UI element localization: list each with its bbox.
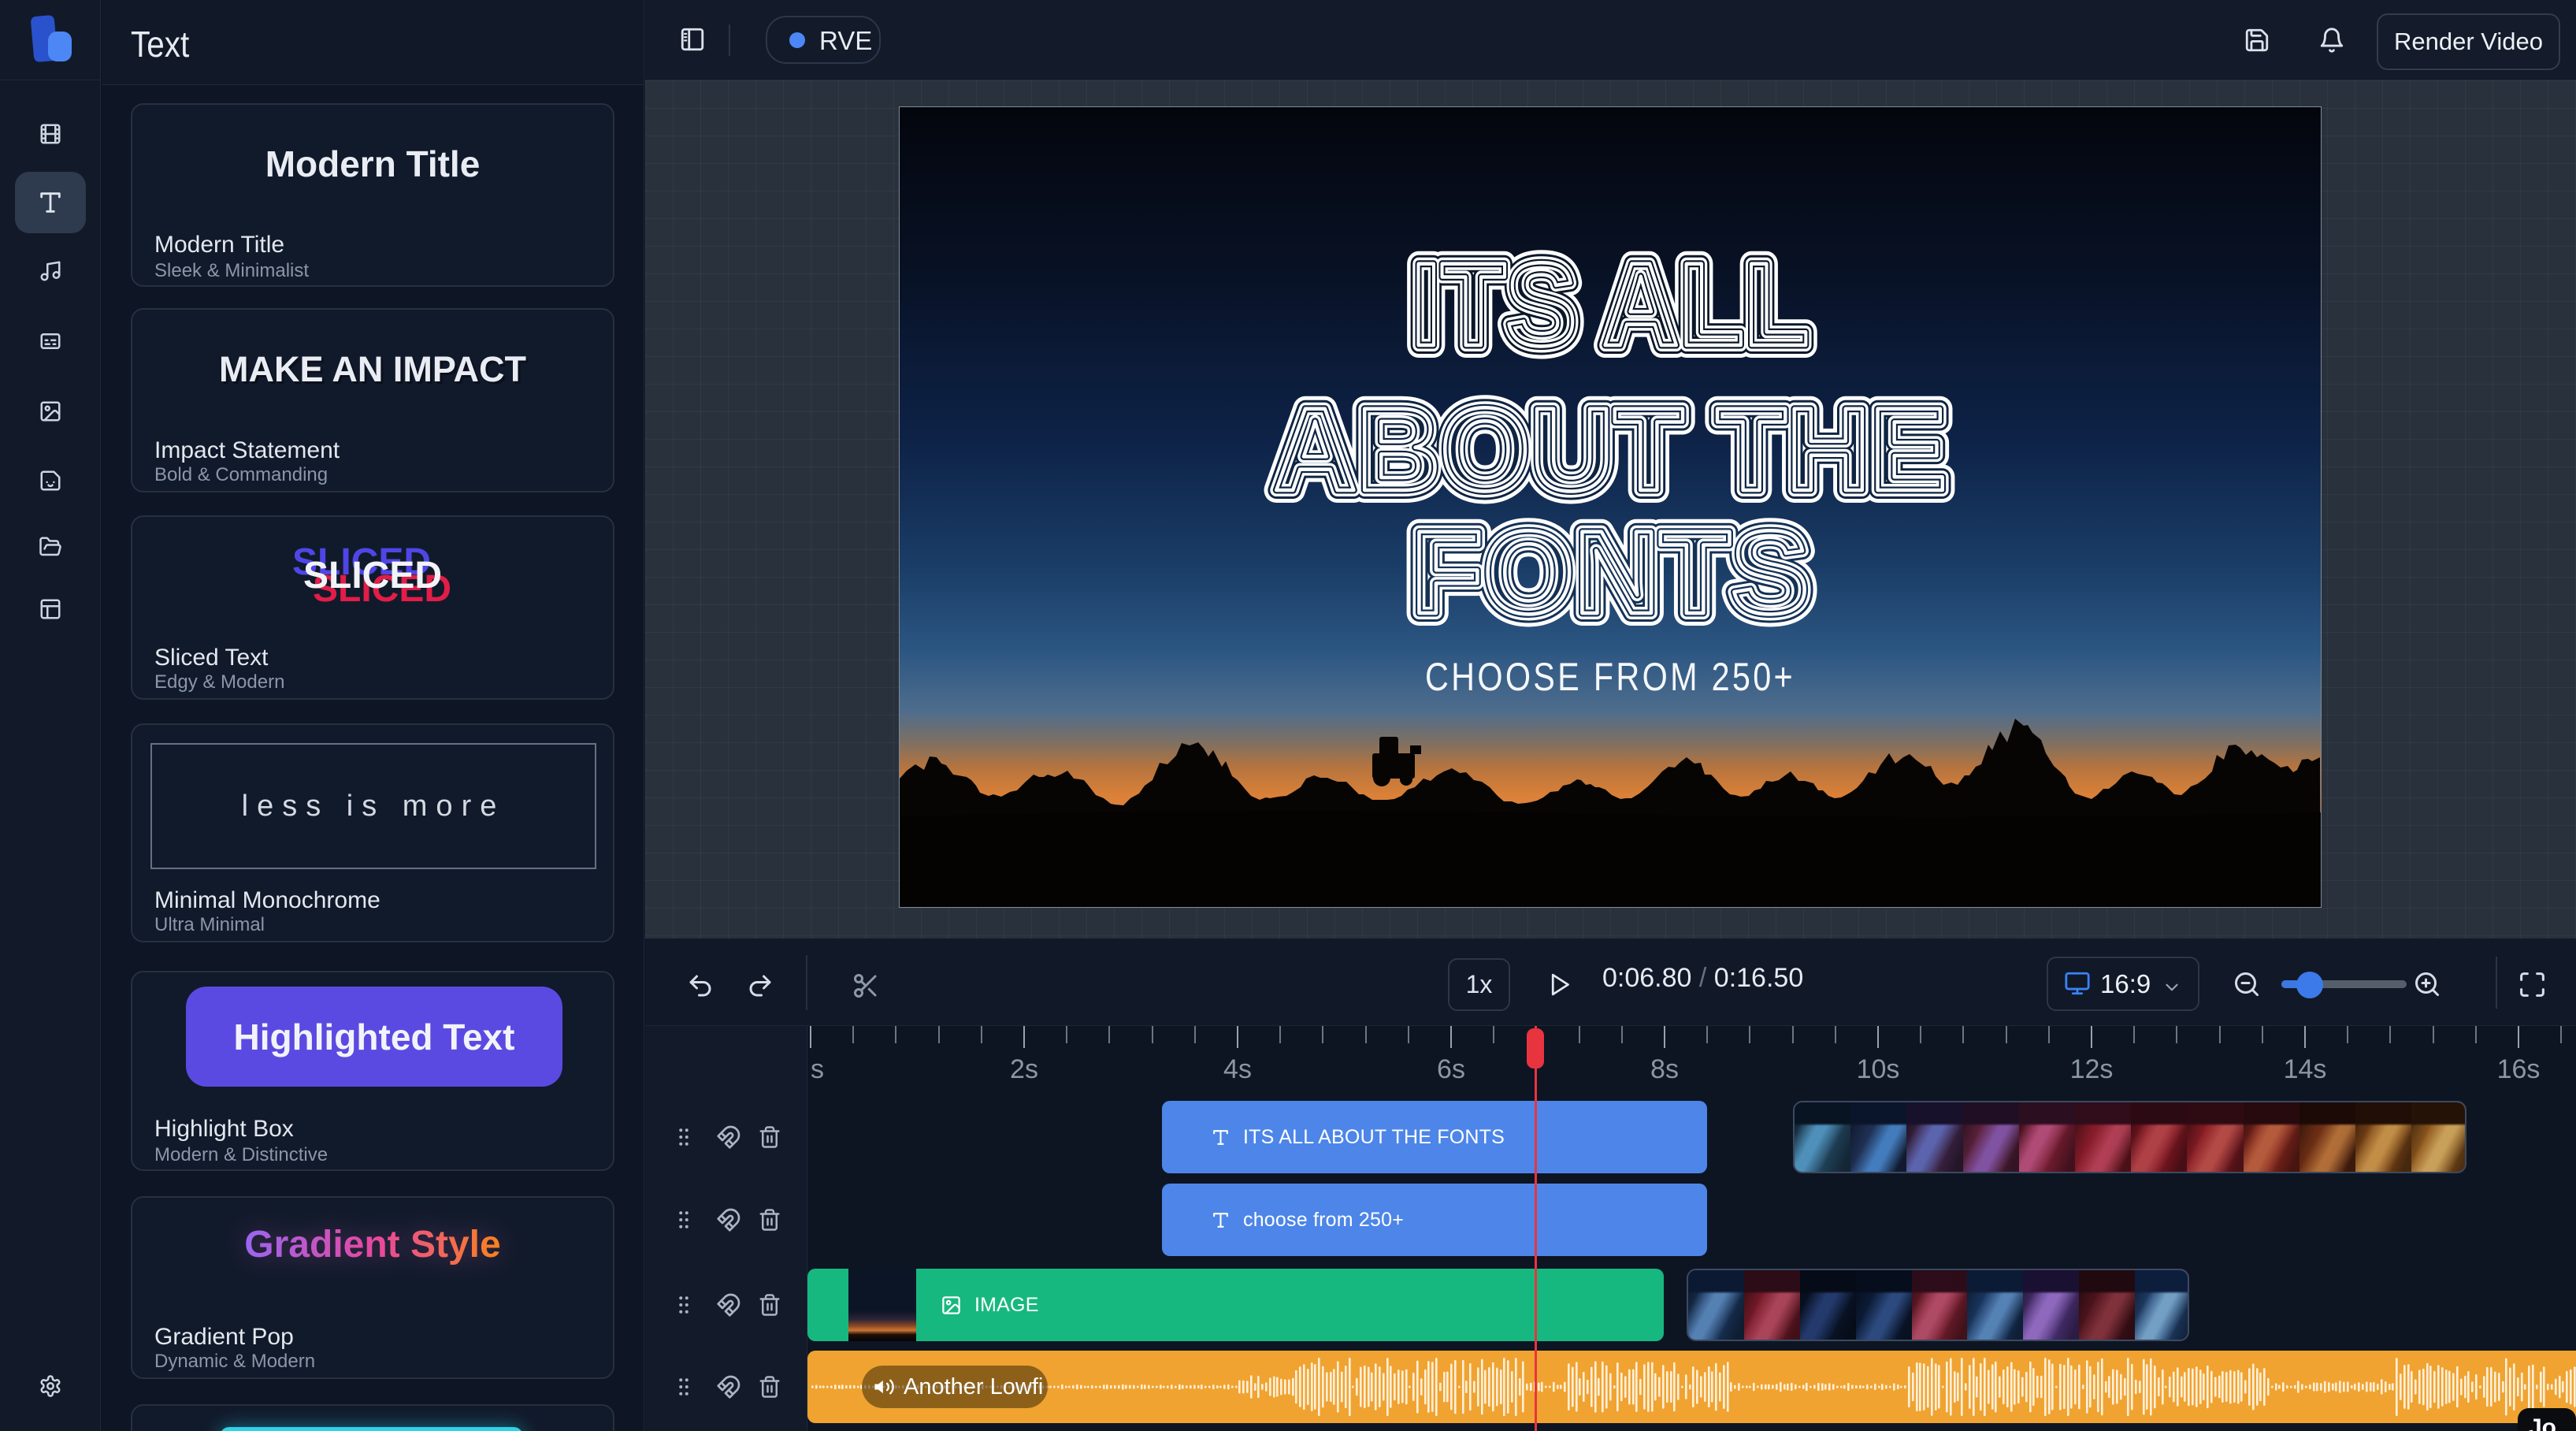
svg-text:ITS ALL: ITS ALL — [1412, 238, 1810, 370]
svg-text:ABOUT THE: ABOUT THE — [1274, 383, 1947, 515]
svg-text:FONTS: FONTS — [1412, 506, 1810, 638]
svg-text:CHOOSE FROM 250+: CHOOSE FROM 250+ — [1425, 655, 1795, 699]
